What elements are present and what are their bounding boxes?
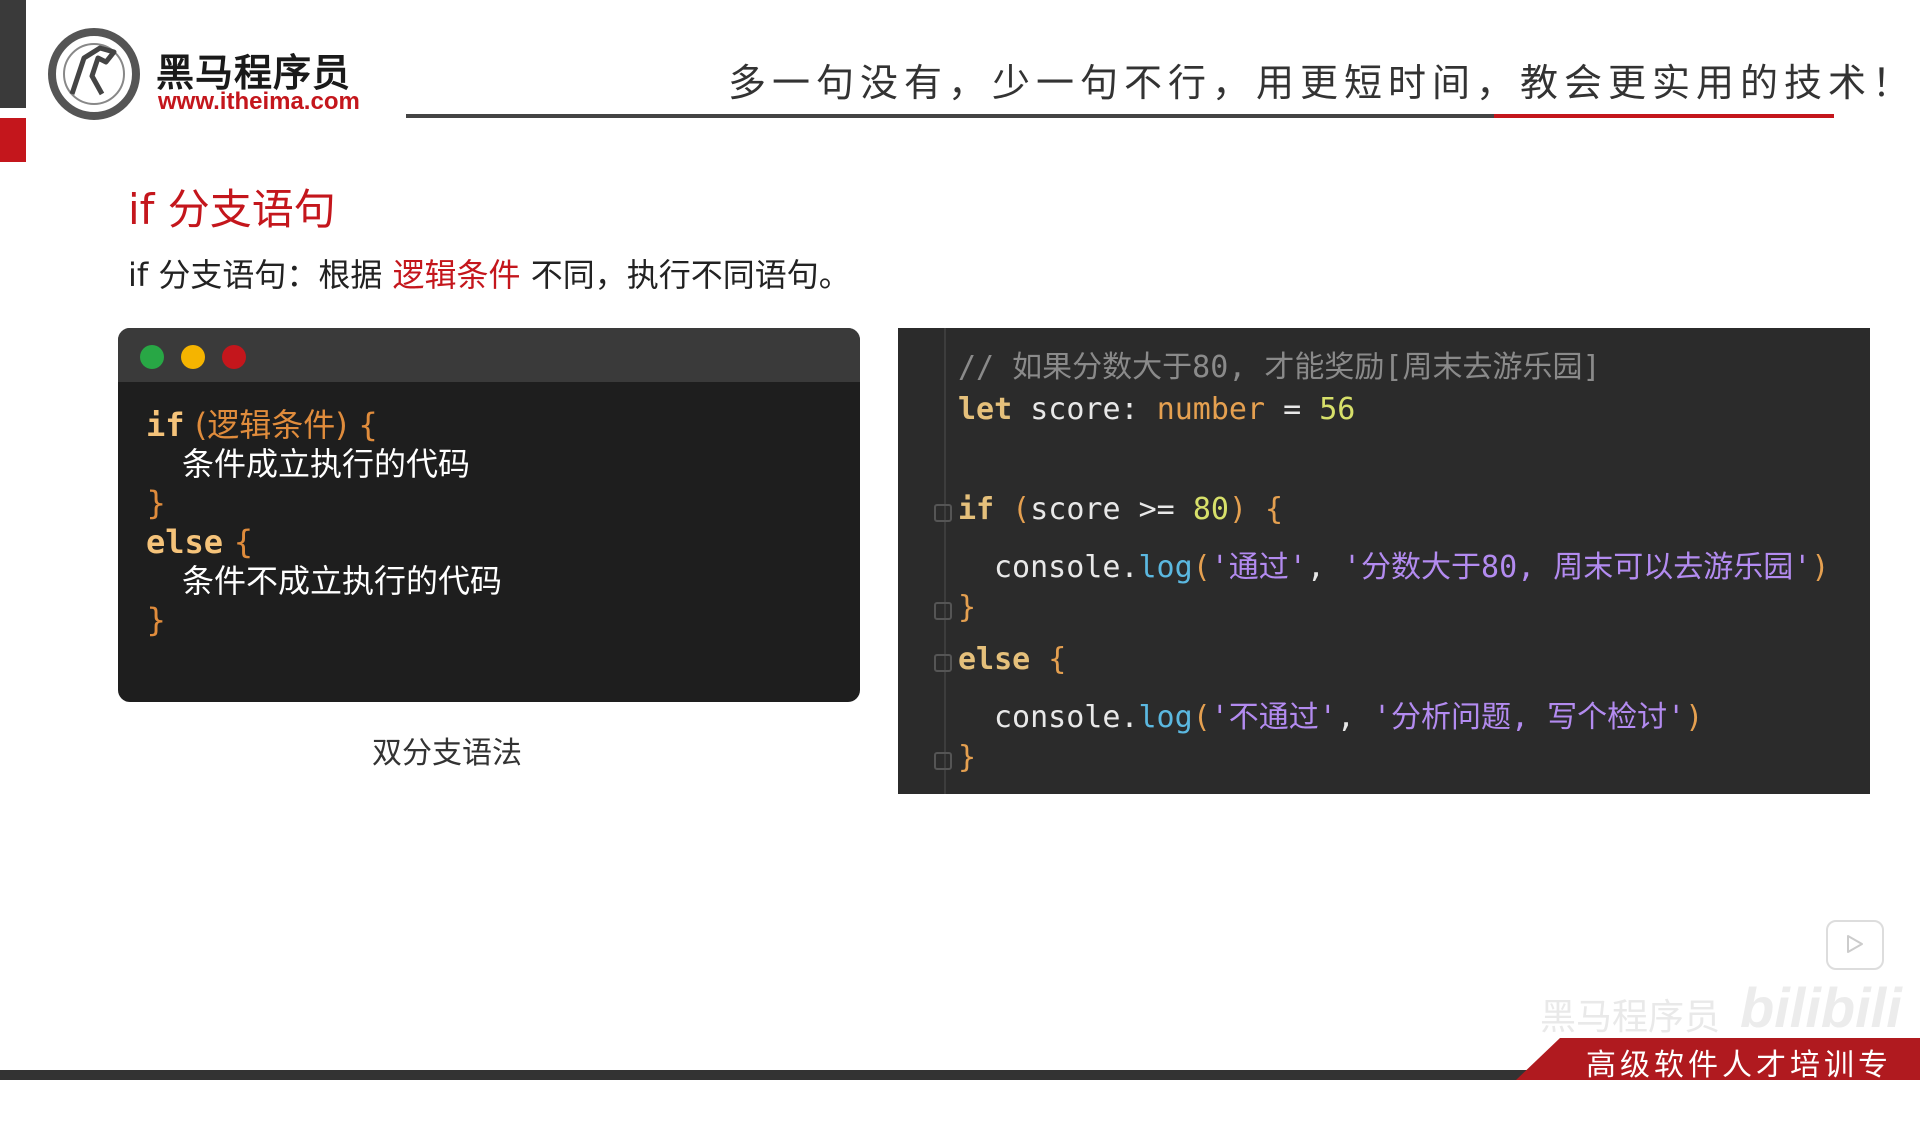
syntax-else-open: { (233, 523, 254, 561)
code-if-brace: { (1247, 492, 1284, 527)
slide-description: if 分支语句：根据 逻辑条件 不同，执行不同语句。 (128, 250, 851, 296)
code-if-open-paren: ( (994, 492, 1031, 527)
code-if-close-brace: } (958, 590, 977, 625)
code-paren-open-2: ( (1192, 700, 1211, 735)
syntax-kw-else: else (146, 523, 224, 561)
code-str-fail: '不通过' (1210, 700, 1337, 735)
code-line-comment: // 如果分数大于80, 才能奖励[周末去游乐园] (958, 342, 1601, 386)
code-assign: = (1265, 392, 1320, 427)
code-str-pass-msg: '分数大于80, 周末可以去游乐园' (1343, 550, 1812, 585)
syntax-kw-if: if (146, 406, 185, 444)
code-line-let: let score: number = 56 (958, 392, 1355, 427)
code-if-num: 80 (1192, 492, 1229, 527)
footer-tagline: 高级软件人才培训专家 (1586, 1048, 1892, 1127)
footer-accent-slant (1516, 1038, 1560, 1080)
bilibili-watermark: bilibili (1740, 976, 1902, 1039)
syntax-titlebar (118, 328, 860, 382)
code-console: console (994, 550, 1121, 585)
code-kw-let: let (958, 392, 1013, 427)
syntax-cond: (逻辑条件) (194, 406, 348, 444)
code-editor: // 如果分数大于80, 才能奖励[周末去游乐园] let score: num… (898, 328, 1870, 794)
desc-suffix: 不同，执行不同语句。 (530, 256, 851, 294)
play-button[interactable] (1826, 920, 1884, 970)
green-dot-icon (140, 345, 164, 369)
code-paren-close: ) (1811, 550, 1830, 585)
code-str-pass: '通过' (1210, 550, 1307, 585)
fold-marker-icon[interactable] (934, 752, 952, 770)
code-else-close-brace: } (958, 740, 977, 775)
fold-marker-icon[interactable] (934, 654, 952, 672)
code-type: number (1156, 392, 1266, 427)
code-dot-2: . (1120, 700, 1139, 735)
code-gutter (944, 328, 946, 794)
syntax-open-brace: { (357, 406, 379, 444)
code-paren-open: ( (1192, 550, 1211, 585)
brand-logo: 黑马程序员 www.itheima.com (48, 28, 378, 128)
code-dot: . (1120, 550, 1139, 585)
syntax-body-false: 条件不成立执行的代码 (182, 562, 503, 600)
syntax-close-brace: } (146, 484, 167, 522)
syntax-caption: 双分支语法 (372, 736, 522, 771)
slide-title: if 分支语句 (128, 185, 336, 234)
code-str-fail-msg: '分析问题, 写个检讨' (1373, 700, 1686, 735)
play-icon (1847, 935, 1863, 953)
left-accent-dark (0, 0, 26, 108)
code-kw-else: else (958, 642, 1031, 677)
code-comment: // 如果分数大于80, 才能奖励[周末去游乐园] (958, 350, 1601, 385)
code-if-close-paren: ) (1228, 492, 1247, 527)
horse-logo-icon (48, 28, 140, 120)
yellow-dot-icon (181, 345, 205, 369)
code-else-brace: { (1030, 642, 1067, 677)
syntax-body-true: 条件成立执行的代码 (182, 445, 471, 483)
watermark-text: 黑马程序员 (1540, 997, 1721, 1038)
fold-marker-icon[interactable] (934, 602, 952, 620)
code-kw-if: if (958, 492, 995, 527)
code-line-if: if (score >= 80) { (958, 492, 1283, 527)
code-if-cond: score >= (1030, 492, 1193, 527)
logo-url: www.itheima.com (158, 88, 360, 115)
code-console-2: console (994, 700, 1121, 735)
code-comma-2: , (1336, 700, 1373, 735)
syntax-code: if (逻辑条件) { 条件成立执行的代码 } else { 条件不成立执行的代… (146, 406, 502, 640)
code-comma: , (1306, 550, 1343, 585)
code-paren-close-2: ) (1685, 700, 1704, 735)
code-log-2: log (1138, 700, 1193, 735)
code-line-if-close: } (958, 590, 976, 625)
code-init-value: 56 (1319, 392, 1356, 427)
header-slogan: 多一句没有，少一句不行，用更短时间，教会更实用的技术！ (728, 61, 1917, 105)
desc-highlight: 逻辑条件 (392, 256, 521, 294)
code-line-else-close: } (958, 740, 976, 775)
red-dot-icon (222, 345, 246, 369)
header-divider-accent (1494, 114, 1834, 118)
fold-marker-icon[interactable] (934, 504, 952, 522)
syntax-else-close: } (146, 601, 167, 639)
code-line-log-fail: console.log('不通过', '分析问题, 写个检讨') (994, 692, 1703, 736)
code-line-else: else { (958, 642, 1066, 677)
desc-prefix: if 分支语句：根据 (128, 256, 383, 294)
left-accent-red (0, 118, 26, 162)
code-var-decl: score: (1012, 392, 1157, 427)
syntax-window: if (逻辑条件) { 条件成立执行的代码 } else { 条件不成立执行的代… (118, 328, 860, 702)
code-log: log (1138, 550, 1193, 585)
code-line-log-pass: console.log('通过', '分数大于80, 周末可以去游乐园') (994, 542, 1829, 586)
